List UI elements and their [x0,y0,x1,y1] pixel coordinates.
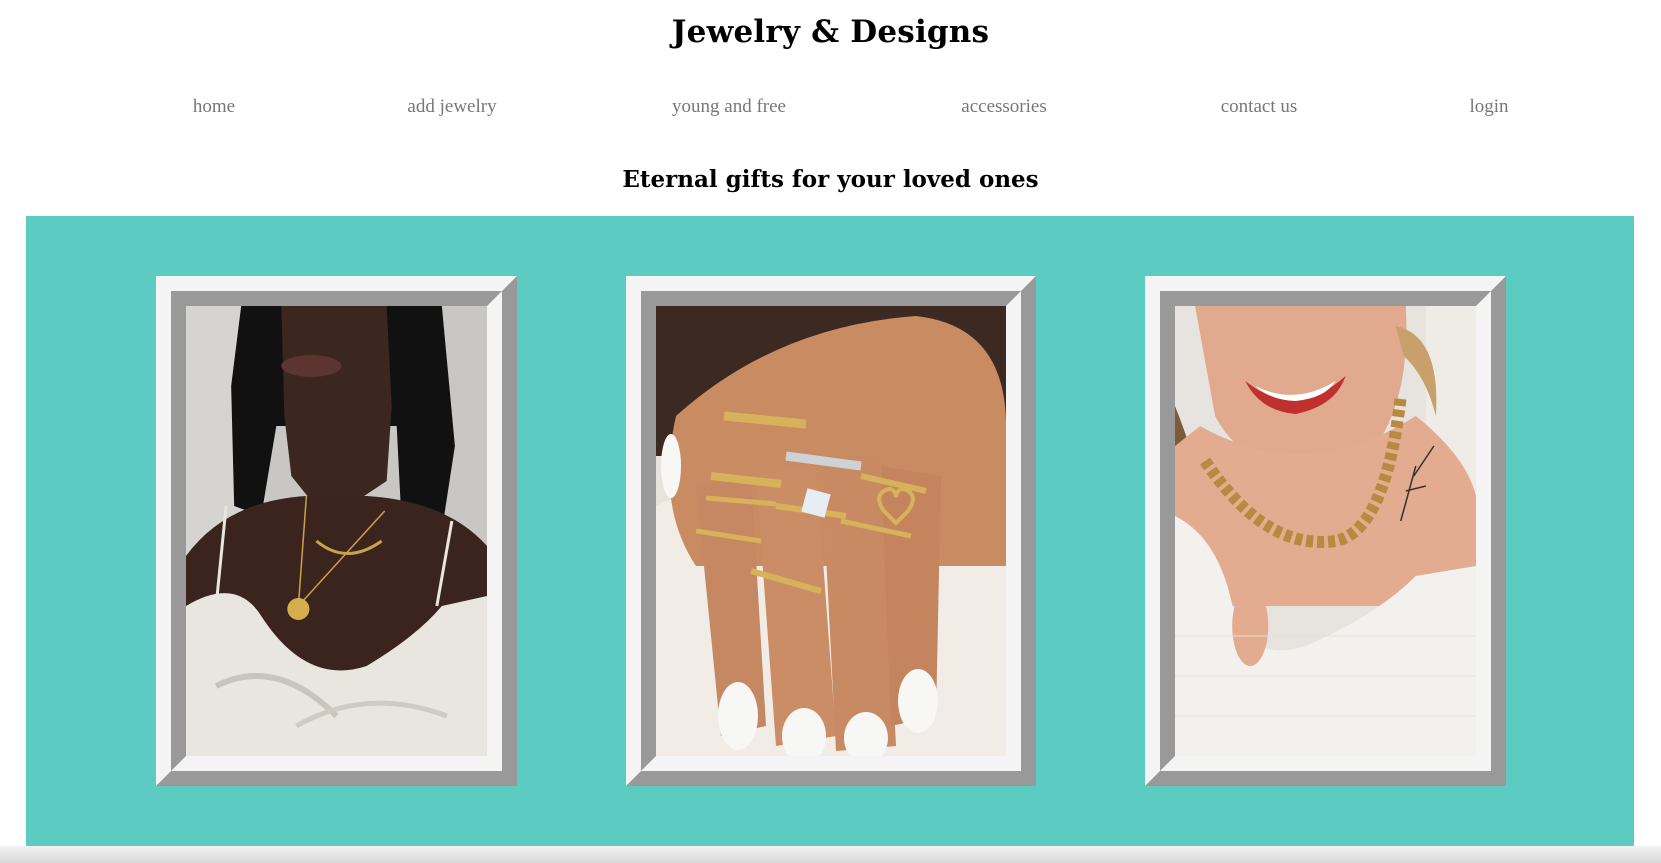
site-title: Jewelry & Designs [671,14,990,50]
photo-frame-inner-2 [641,291,1021,771]
main-nav: home add jewelry young and free accessor… [0,96,1661,126]
photo-frame-2 [626,276,1036,786]
photo-frame-1 [156,276,517,786]
chain-necklace-woman-photo[interactable] [1175,306,1476,756]
nav-item-young-and-free[interactable]: young and free [672,96,786,118]
nav-item-contact-us[interactable]: contact us [1221,96,1298,118]
nav-item-login[interactable]: login [1469,96,1508,118]
nav-item-home[interactable]: home [193,96,235,118]
photo-frame-3 [1145,276,1506,786]
tagline: Eternal gifts for your loved ones [622,166,1039,193]
photo-frame-inner-1 [171,291,502,771]
photo-frame-inner-3 [1160,291,1491,771]
necklace-woman-photo[interactable] [186,306,487,756]
nav-item-add-jewelry[interactable]: add jewelry [407,96,496,118]
page-bottom-edge [0,846,1661,863]
gallery-panel [26,216,1634,846]
nav-item-accessories[interactable]: accessories [961,96,1046,118]
rings-hand-photo[interactable] [656,306,1006,756]
page: Jewelry & Designs home add jewelry young… [0,0,1661,863]
